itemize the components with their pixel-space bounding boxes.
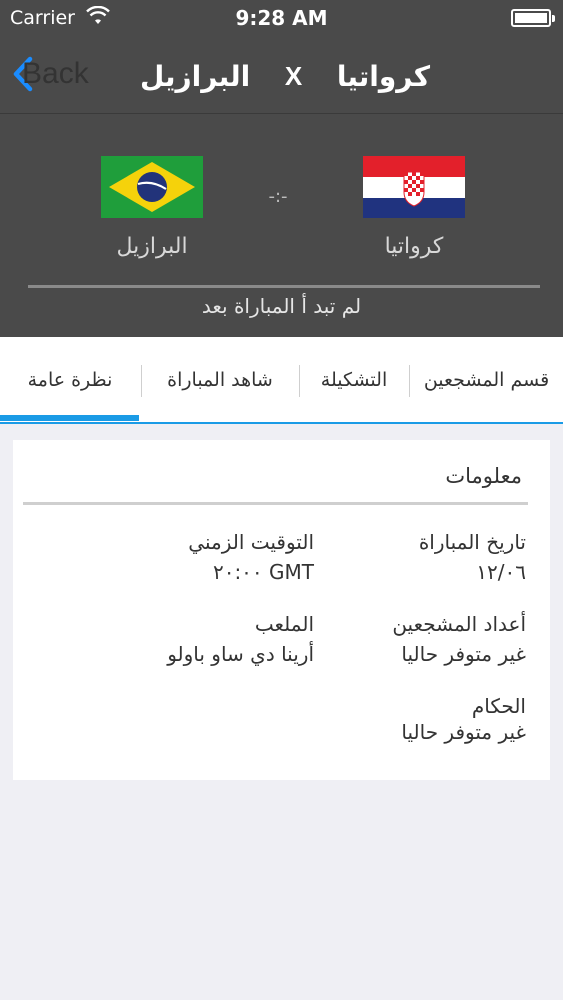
tab-overview-label: نظرة عامة xyxy=(27,368,113,391)
referees-label: الحكام xyxy=(471,694,526,718)
header-divider xyxy=(28,285,540,288)
brazil-flag-icon xyxy=(101,156,203,218)
match-score: -:- xyxy=(268,186,288,207)
tab-fans-label: قسم المشجعين xyxy=(423,368,550,391)
title-home-team: البرازيل xyxy=(140,59,251,93)
active-tab-indicator xyxy=(0,415,139,421)
tab-bar: نظرة عامة شاهد المباراة التشكيلة قسم الم… xyxy=(0,337,563,424)
title-away-team: كرواتيا xyxy=(336,59,430,93)
battery-fill xyxy=(515,13,547,23)
away-team-name: كرواتيا xyxy=(384,234,444,259)
fans-count-value: غير متوفر حاليا xyxy=(401,642,526,666)
clock-time: 9:28 AM xyxy=(235,6,328,30)
time-value: ٢٠:٠٠ GMT xyxy=(212,560,314,584)
home-team-name: البرازيل xyxy=(116,234,188,259)
stadium-label: الملعب xyxy=(254,612,314,636)
match-date-label: تاريخ المباراة xyxy=(418,530,526,554)
tab-fans[interactable]: قسم المشجعين xyxy=(410,337,563,422)
stadium-value: أرينا دي ساو باولو xyxy=(167,642,314,666)
page-title: البرازيل X كرواتيا xyxy=(140,56,430,96)
match-date-value: ١٢/٠٦ xyxy=(476,560,526,584)
tab-lineup-label: التشكيلة xyxy=(320,368,388,391)
tab-overview[interactable]: نظرة عامة xyxy=(0,337,140,422)
back-label: Back xyxy=(22,57,89,90)
title-separator: X xyxy=(284,60,303,91)
referees-value: غير متوفر حاليا xyxy=(401,720,526,744)
fans-count-label: أعداد المشجعين xyxy=(392,612,526,636)
tab-lineup[interactable]: التشكيلة xyxy=(300,337,408,422)
match-header: -:- البرازيل كرواتيا لم تبد أ المباراة ب… xyxy=(0,114,563,337)
back-button[interactable]: Back xyxy=(12,54,89,94)
croatia-flag-icon xyxy=(363,156,465,218)
navigation-bar: Back البرازيل X كرواتيا xyxy=(0,38,563,114)
tab-watch-match-label: شاهد المباراة xyxy=(167,368,273,391)
info-title: معلومات xyxy=(445,464,522,488)
info-divider xyxy=(23,502,528,505)
time-label: التوقيت الزمني xyxy=(188,530,314,554)
tab-watch-match[interactable]: شاهد المباراة xyxy=(142,337,298,422)
match-info-card: معلومات تاريخ المباراة ١٢/٠٦ التوقيت الز… xyxy=(13,440,550,780)
battery-icon xyxy=(511,9,555,27)
status-bar: Carrier 9:28 AM xyxy=(0,0,563,38)
match-status: لم تبد أ المباراة بعد xyxy=(201,294,362,318)
